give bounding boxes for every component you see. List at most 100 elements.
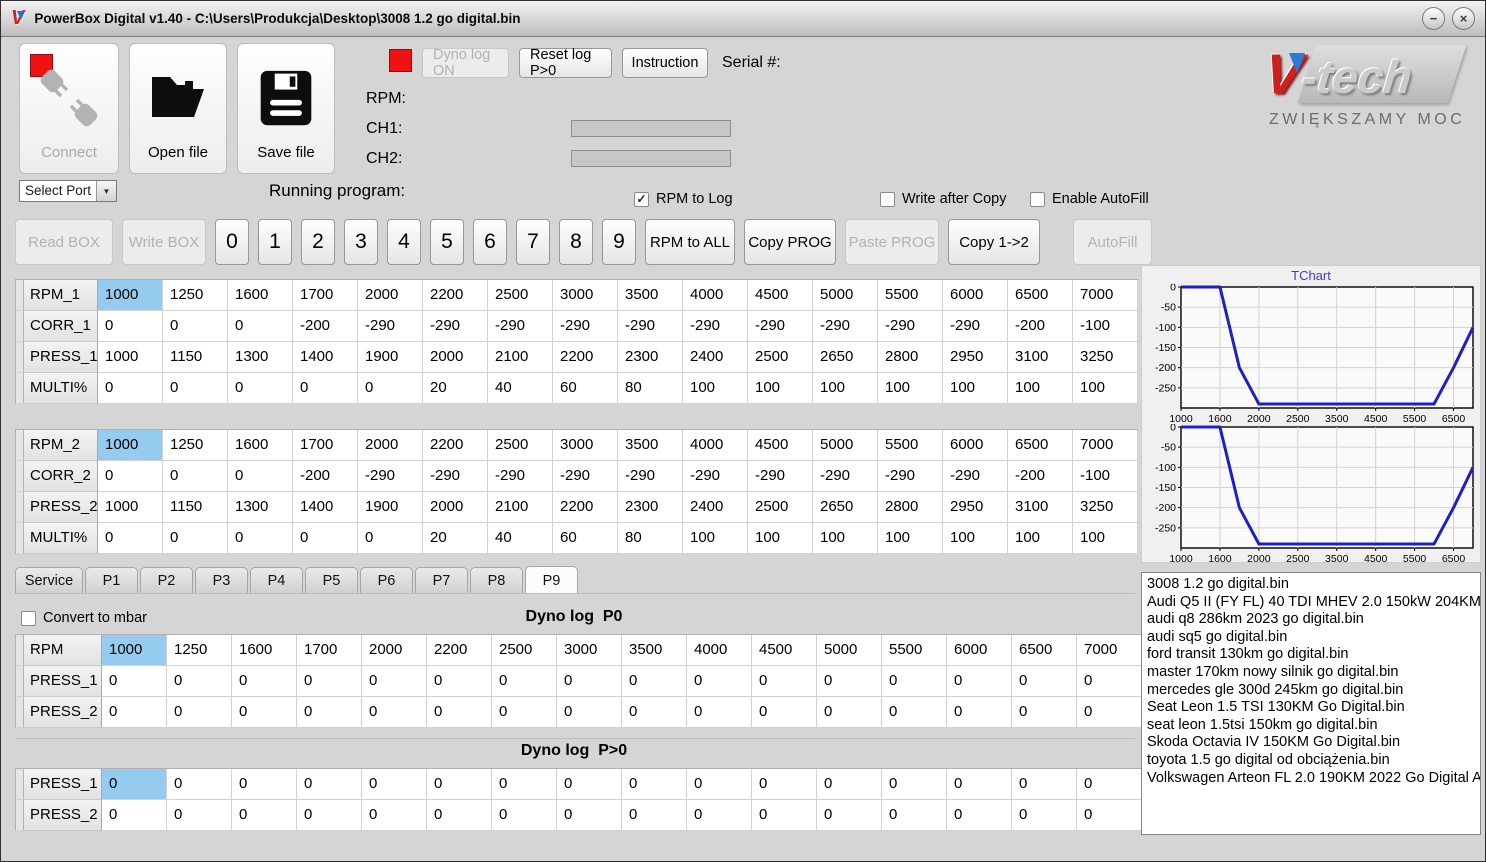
file-list-item[interactable]: ford transit 130km go digital.bin <box>1147 646 1475 664</box>
cell[interactable]: 1600 <box>232 635 297 666</box>
cell[interactable]: 0 <box>232 769 297 800</box>
cell[interactable]: 0 <box>817 769 882 800</box>
cell[interactable]: 100 <box>748 523 813 554</box>
program-button[interactable]: 0 <box>215 219 249 265</box>
cell[interactable]: 60 <box>553 523 618 554</box>
cell[interactable]: 1300 <box>228 342 293 373</box>
cell[interactable]: 2300 <box>618 492 683 523</box>
cell[interactable]: -290 <box>683 311 748 342</box>
cell[interactable]: 0 <box>947 769 1012 800</box>
read-box-button[interactable]: Read BOX <box>15 219 113 265</box>
cell[interactable]: 100 <box>943 523 1008 554</box>
cell[interactable]: 3000 <box>557 635 622 666</box>
file-list-item[interactable]: Seat Leon 1.5 TSI 130KM Go Digital.bin <box>1147 699 1475 717</box>
cell[interactable]: 3000 <box>553 280 618 311</box>
close-button[interactable]: × <box>1452 7 1475 30</box>
cell[interactable]: -290 <box>878 311 943 342</box>
cell[interactable]: 0 <box>492 800 557 831</box>
cell[interactable]: -290 <box>813 461 878 492</box>
cell[interactable]: 2650 <box>813 342 878 373</box>
cell[interactable]: 1000 <box>98 492 163 523</box>
cell[interactable]: 100 <box>813 373 878 404</box>
cell[interactable]: 7000 <box>1077 635 1142 666</box>
cell[interactable]: 0 <box>98 461 163 492</box>
cell[interactable]: 1700 <box>297 635 362 666</box>
cell[interactable]: 1700 <box>293 430 358 461</box>
cell[interactable]: 6500 <box>1008 280 1073 311</box>
file-list-item[interactable]: Skoda Octavia IV 150KM Go Digital.bin <box>1147 734 1475 752</box>
cell[interactable]: 4000 <box>687 635 752 666</box>
cell[interactable]: 0 <box>232 697 297 728</box>
cell[interactable]: 0 <box>687 697 752 728</box>
cell[interactable]: -200 <box>293 461 358 492</box>
cell[interactable]: -290 <box>878 461 943 492</box>
cell[interactable]: -290 <box>488 461 553 492</box>
cell[interactable]: 0 <box>882 666 947 697</box>
cell[interactable]: -290 <box>423 461 488 492</box>
cell[interactable]: 100 <box>1008 373 1073 404</box>
cell[interactable]: -290 <box>423 311 488 342</box>
dyno-log-button[interactable]: Dyno log ON <box>422 47 509 79</box>
program-button[interactable]: 9 <box>602 219 636 265</box>
cell[interactable]: 0 <box>1077 697 1142 728</box>
cell[interactable]: 0 <box>102 697 167 728</box>
cell[interactable]: 0 <box>232 666 297 697</box>
cell[interactable]: 5000 <box>813 280 878 311</box>
file-list-item[interactable]: 3008 1.2 go digital.bin <box>1147 576 1475 594</box>
cell[interactable]: 100 <box>1073 373 1138 404</box>
cell[interactable]: -290 <box>943 461 1008 492</box>
cell[interactable]: 40 <box>488 373 553 404</box>
cell[interactable]: 0 <box>882 800 947 831</box>
cell[interactable]: 100 <box>878 373 943 404</box>
cell[interactable]: 0 <box>622 769 687 800</box>
file-list-item[interactable]: Audi Q5 II (FY FL) 40 TDI MHEV 2.0 150kW… <box>1147 594 1480 612</box>
cell[interactable]: 100 <box>813 523 878 554</box>
cell[interactable]: 2400 <box>683 492 748 523</box>
cell[interactable]: 6000 <box>943 280 1008 311</box>
cell[interactable]: 2800 <box>878 342 943 373</box>
cell[interactable]: 1000 <box>98 280 163 311</box>
cell[interactable]: 0 <box>687 769 752 800</box>
cell[interactable]: 0 <box>557 800 622 831</box>
program-button[interactable]: 4 <box>387 219 421 265</box>
open-file-button[interactable]: Open file <box>129 43 227 174</box>
select-port-dropdown[interactable]: Select Port ▼ <box>19 180 117 202</box>
save-file-button[interactable]: Save file <box>237 43 335 174</box>
cell[interactable]: 2950 <box>943 492 1008 523</box>
cell[interactable]: 100 <box>878 523 943 554</box>
cell[interactable]: 5500 <box>878 430 943 461</box>
cell[interactable]: 100 <box>683 523 748 554</box>
cell[interactable]: 7000 <box>1073 430 1138 461</box>
cell[interactable]: 3250 <box>1073 492 1138 523</box>
cell[interactable]: 1250 <box>167 635 232 666</box>
cell[interactable]: 0 <box>167 666 232 697</box>
instruction-button[interactable]: Instruction <box>622 48 708 78</box>
cell[interactable]: 0 <box>622 666 687 697</box>
cell[interactable]: 100 <box>1073 523 1138 554</box>
tab-p2[interactable]: P2 <box>140 567 193 594</box>
cell[interactable]: 2650 <box>813 492 878 523</box>
cell[interactable]: 0 <box>427 697 492 728</box>
cell[interactable]: 0 <box>362 697 427 728</box>
program-button[interactable]: 3 <box>344 219 378 265</box>
tab-p3[interactable]: P3 <box>195 567 248 594</box>
cell[interactable]: 0 <box>427 800 492 831</box>
cell[interactable]: 0 <box>163 373 228 404</box>
copy-prog-button[interactable]: Copy PROG <box>744 219 836 265</box>
file-list-item[interactable]: mercedes gle 300d 245km go digital.bin <box>1147 682 1475 700</box>
cell[interactable]: 1600 <box>228 430 293 461</box>
cell[interactable]: 2500 <box>492 635 557 666</box>
cell[interactable]: 0 <box>1012 769 1077 800</box>
cell[interactable]: 0 <box>102 769 167 800</box>
cell[interactable]: -290 <box>943 311 1008 342</box>
cell[interactable]: 40 <box>488 523 553 554</box>
rpm-to-all-button[interactable]: RPM to ALL <box>645 219 735 265</box>
cell[interactable]: 0 <box>427 769 492 800</box>
cell[interactable]: 0 <box>427 666 492 697</box>
cell[interactable]: 2000 <box>362 635 427 666</box>
cell[interactable]: 0 <box>557 666 622 697</box>
cell[interactable]: 100 <box>748 373 813 404</box>
paste-prog-button[interactable]: Paste PROG <box>845 219 939 265</box>
rpm-to-log-checkbox-row[interactable]: ✓ RPM to Log <box>634 191 733 207</box>
cell[interactable]: 0 <box>687 666 752 697</box>
